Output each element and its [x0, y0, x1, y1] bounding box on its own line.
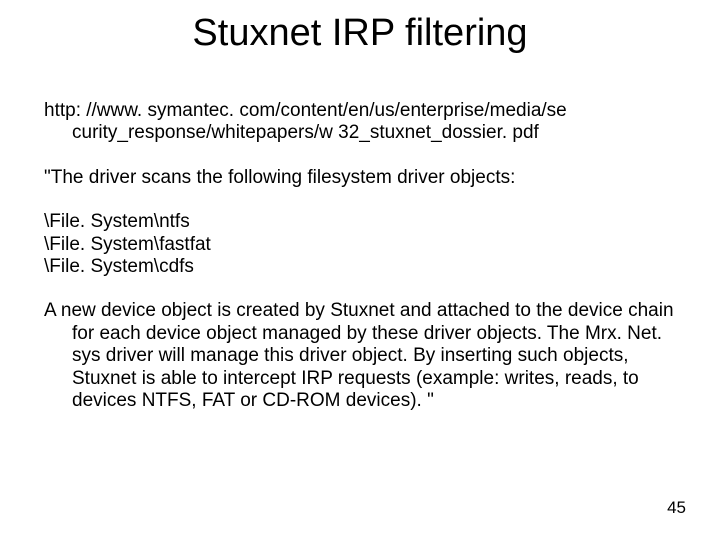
quote-intro: "The driver scans the following filesyst… — [44, 167, 684, 189]
fs-line: \File. System\fastfat — [44, 234, 684, 256]
slide-title: Stuxnet IRP filtering — [0, 12, 720, 55]
slide: Stuxnet IRP filtering http: //www. syman… — [0, 0, 720, 540]
slide-body: http: //www. symantec. com/content/en/us… — [44, 100, 684, 434]
fs-line: \File. System\cdfs — [44, 256, 684, 278]
fs-line: \File. System\ntfs — [44, 211, 684, 233]
description-paragraph: A new device object is created by Stuxne… — [44, 300, 684, 412]
source-url: http: //www. symantec. com/content/en/us… — [44, 100, 684, 145]
filesystem-list: \File. System\ntfs \File. System\fastfat… — [44, 211, 684, 278]
page-number: 45 — [667, 498, 686, 518]
